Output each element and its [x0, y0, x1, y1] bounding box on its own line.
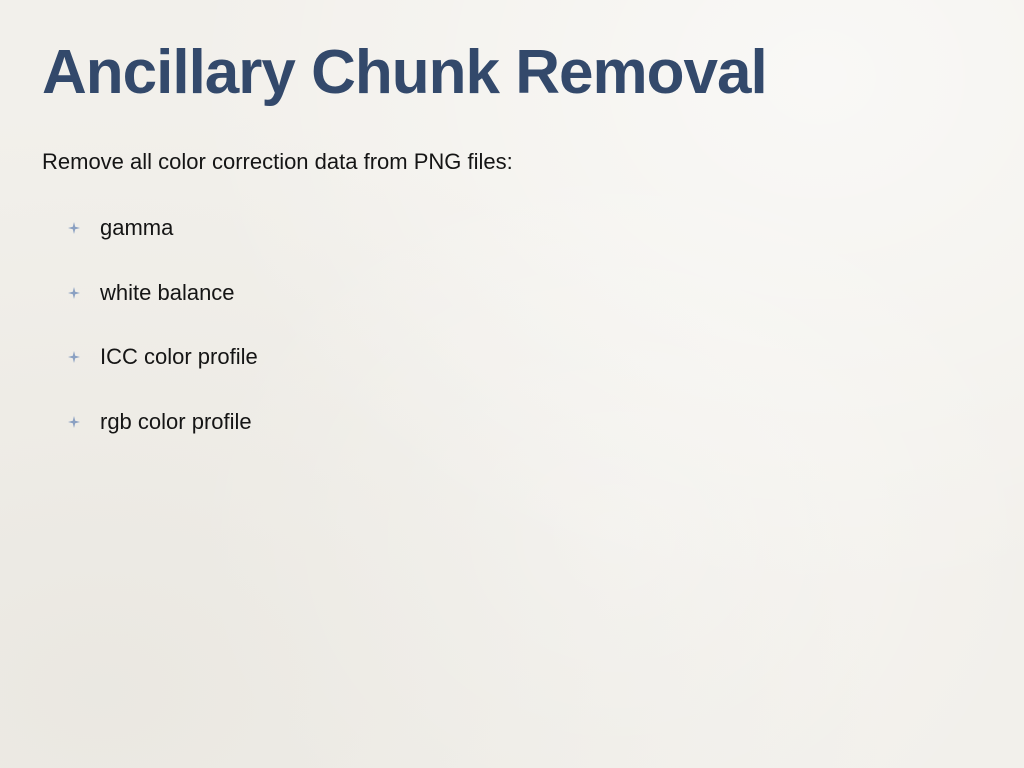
slide-title: Ancillary Chunk Removal: [42, 38, 768, 107]
bullet-label: ICC color profile: [100, 344, 258, 369]
intro-text: Remove all color correction data from PN…: [42, 149, 513, 174]
sparkle-bullet-icon: [68, 351, 80, 363]
list-item: gamma: [68, 214, 258, 242]
bullet-label: gamma: [100, 215, 174, 240]
sparkle-bullet-icon: [68, 222, 80, 234]
list-item: ICC color profile: [68, 343, 258, 371]
sparkle-bullet-icon: [68, 415, 80, 428]
sparkle-bullet-icon: [68, 286, 80, 299]
bullet-label: white balance: [100, 279, 235, 305]
bullet-label: rgb color profile: [100, 408, 252, 434]
list-item: white balance: [68, 279, 258, 307]
slide: Ancillary Chunk Removal Remove all color…: [0, 0, 1024, 768]
list-item: rgb color profile: [68, 408, 258, 436]
bullet-list: gamma white balance ICC color profile rg…: [68, 214, 258, 472]
